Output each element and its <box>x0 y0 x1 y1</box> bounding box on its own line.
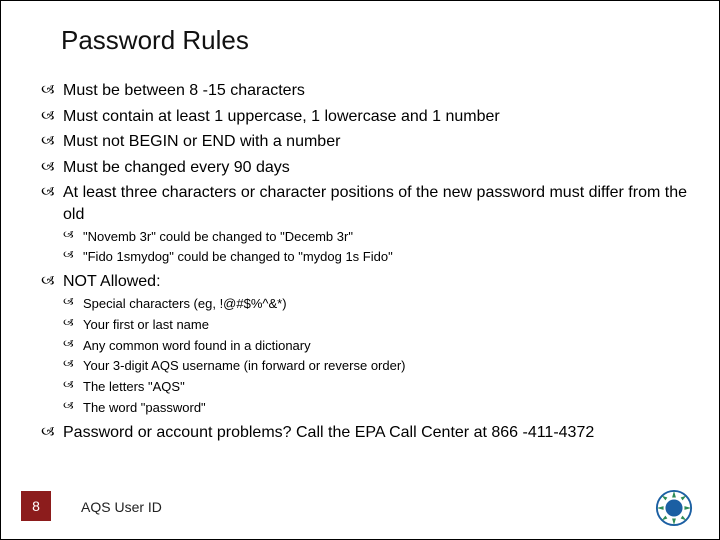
list-item: The word "password" <box>63 399 689 418</box>
not-allowed-text: The word "password" <box>83 400 206 415</box>
examples-list: "Novemb 3r" could be changed to "Decemb … <box>63 228 689 268</box>
not-allowed-text: Your first or last name <box>83 317 209 332</box>
list-item: The letters "AQS" <box>63 378 689 397</box>
epa-logo-icon <box>655 489 693 527</box>
rule-text: Must not BEGIN or END with a number <box>63 133 340 150</box>
list-item: Must contain at least 1 uppercase, 1 low… <box>41 106 689 128</box>
footer: 8 AQS User ID <box>1 487 719 527</box>
list-item: Must be between 8 -15 characters <box>41 80 689 102</box>
not-allowed-text: Any common word found in a dictionary <box>83 338 311 353</box>
list-item: "Novemb 3r" could be changed to "Decemb … <box>63 228 689 247</box>
slide: Password Rules Must be between 8 -15 cha… <box>0 0 720 540</box>
list-item: NOT Allowed: Special characters (eg, !@#… <box>41 271 689 418</box>
help-text: Password or account problems? Call the E… <box>63 424 594 441</box>
rule-text: At least three characters or character p… <box>63 184 687 223</box>
not-allowed-text: Your 3-digit AQS username (in forward or… <box>83 358 406 373</box>
list-item: Must not BEGIN or END with a number <box>41 131 689 153</box>
list-item: Your first or last name <box>63 316 689 335</box>
example-text: "Novemb 3r" could be changed to "Decemb … <box>83 229 353 244</box>
not-allowed-label: NOT Allowed: <box>63 273 161 290</box>
list-item: At least three characters or character p… <box>41 182 689 267</box>
not-allowed-list: Special characters (eg, !@#$%^&*) Your f… <box>63 295 689 418</box>
list-item: Must be changed every 90 days <box>41 157 689 179</box>
not-allowed-text: Special characters (eg, !@#$%^&*) <box>83 296 287 311</box>
list-item: Password or account problems? Call the E… <box>41 422 689 444</box>
not-allowed-text: The letters "AQS" <box>83 379 185 394</box>
footer-label: AQS User ID <box>81 499 162 515</box>
rules-list: Must be between 8 -15 characters Must co… <box>41 80 689 444</box>
page-number-badge: 8 <box>21 491 51 521</box>
list-item: Your 3-digit AQS username (in forward or… <box>63 357 689 376</box>
page-title: Password Rules <box>61 25 689 56</box>
list-item: Special characters (eg, !@#$%^&*) <box>63 295 689 314</box>
rule-text: Must contain at least 1 uppercase, 1 low… <box>63 108 500 125</box>
list-item: Any common word found in a dictionary <box>63 337 689 356</box>
list-item: "Fido 1smydog" could be changed to "mydo… <box>63 248 689 267</box>
example-text: "Fido 1smydog" could be changed to "mydo… <box>83 249 393 264</box>
rule-text: Must be changed every 90 days <box>63 159 290 176</box>
rule-text: Must be between 8 -15 characters <box>63 82 305 99</box>
